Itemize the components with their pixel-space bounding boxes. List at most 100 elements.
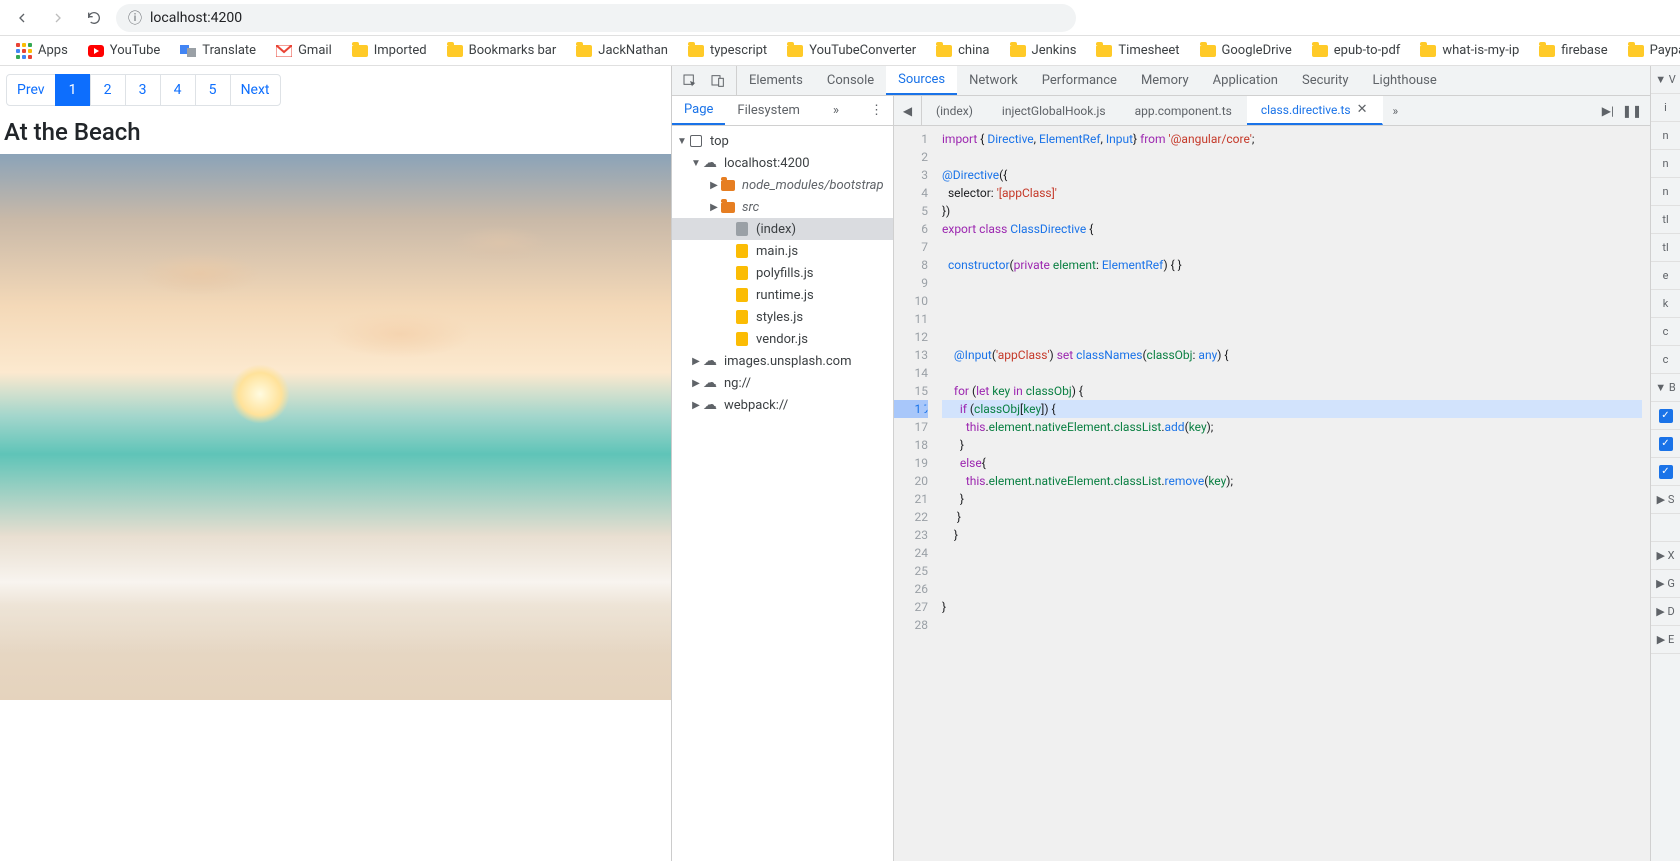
sidebar-row[interactable]: ▶ X [1651, 542, 1680, 570]
pager-item[interactable]: 1 [55, 74, 91, 106]
sidebar-row[interactable]: ▶ D [1651, 598, 1680, 626]
sidebar-row[interactable]: ▼ B [1651, 374, 1680, 402]
bookmark-item[interactable]: china [928, 39, 997, 63]
tree-row[interactable]: ▶☁images.unsplash.com [672, 350, 893, 372]
bookmark-item[interactable]: JackNathan [568, 39, 676, 63]
chevron-double-icon[interactable]: » [823, 103, 849, 118]
step-icon[interactable]: ▶| [1602, 104, 1614, 118]
pager-item[interactable]: 2 [90, 74, 126, 106]
pager-prev[interactable]: Prev [6, 74, 56, 106]
nav-back-icon[interactable]: ◀ [894, 96, 922, 125]
bookmark-item[interactable]: typescript [680, 39, 775, 63]
sidebar-row[interactable]: ▼ V [1651, 66, 1680, 94]
bookmark-item[interactable]: Timesheet [1088, 39, 1187, 63]
folder-icon [936, 43, 952, 59]
devtools-tab-elements[interactable]: Elements [737, 66, 815, 95]
folder-icon [1628, 43, 1644, 59]
sidebar-row[interactable]: k [1651, 290, 1680, 318]
file-tree[interactable]: ▼top▼☁localhost:4200▶node_modules/bootst… [672, 126, 893, 861]
tree-row[interactable]: (index) [672, 218, 893, 240]
more-icon[interactable]: ⋮ [860, 103, 893, 118]
back-button[interactable] [8, 4, 36, 32]
bookmark-item[interactable]: GoogleDrive [1192, 39, 1300, 63]
sidebar-row[interactable]: ▶ S [1651, 486, 1680, 514]
bookmark-item[interactable]: YouTube [80, 39, 169, 63]
file-tab[interactable]: (index) [922, 96, 988, 125]
bookmark-item[interactable]: epub-to-pdf [1304, 39, 1409, 63]
translate-icon [180, 43, 196, 59]
pagination: Prev12345Next [0, 66, 671, 114]
devtools-tab-network[interactable]: Network [957, 66, 1030, 95]
chevron-double-icon[interactable]: » [1383, 104, 1409, 118]
page-title: At the Beach [0, 114, 671, 154]
sidebar-row[interactable] [1651, 514, 1680, 542]
tree-row[interactable]: ▶node_modules/bootstrap [672, 174, 893, 196]
sidebar-row[interactable]: n [1651, 150, 1680, 178]
bookmark-label: what-is-my-ip [1442, 43, 1519, 58]
sidebar-row[interactable]: ▶ E [1651, 626, 1680, 654]
bookmark-item[interactable]: Apps [8, 39, 76, 63]
file-tab[interactable]: injectGlobalHook.js [988, 96, 1121, 125]
bookmark-item[interactable]: Jenkins [1002, 39, 1085, 63]
bookmark-item[interactable]: Paypal [1620, 39, 1680, 63]
tree-row[interactable]: ▶src [672, 196, 893, 218]
devtools-tab-performance[interactable]: Performance [1030, 66, 1129, 95]
devtools-tab-lighthouse[interactable]: Lighthouse [1361, 66, 1449, 95]
inspect-icon[interactable] [682, 73, 698, 89]
devtools-tab-sources[interactable]: Sources [886, 66, 957, 95]
sidebar-row[interactable]: n [1651, 122, 1680, 150]
site-info-icon[interactable]: ⓘ [128, 8, 142, 28]
sidebar-row[interactable]: i [1651, 94, 1680, 122]
tree-row[interactable]: ▼top [672, 130, 893, 152]
device-toggle-icon[interactable] [710, 73, 726, 89]
pager-item[interactable]: 3 [125, 74, 161, 106]
bookmark-item[interactable]: what-is-my-ip [1412, 39, 1527, 63]
close-icon[interactable]: ✕ [1357, 102, 1368, 117]
sidebar-row[interactable]: ✓ [1651, 458, 1680, 486]
tree-row[interactable]: main.js [672, 240, 893, 262]
tree-row[interactable]: ▼☁localhost:4200 [672, 152, 893, 174]
sidebar-row[interactable]: n [1651, 178, 1680, 206]
sidebar-row[interactable]: c [1651, 318, 1680, 346]
bookmark-label: firebase [1561, 43, 1607, 58]
devtools-tab-security[interactable]: Security [1290, 66, 1361, 95]
tree-row[interactable]: vendor.js [672, 328, 893, 350]
forward-button[interactable] [44, 4, 72, 32]
sidebar-row[interactable]: e [1651, 262, 1680, 290]
bookmark-item[interactable]: Gmail [268, 39, 340, 63]
sidebar-row[interactable]: ✓ [1651, 430, 1680, 458]
line-gutter[interactable]: 1234567891011121314151617181920212223242… [894, 126, 934, 861]
folder-icon [1200, 43, 1216, 59]
reload-button[interactable] [80, 4, 108, 32]
bookmark-label: GoogleDrive [1222, 43, 1292, 58]
bookmark-label: YouTube [110, 43, 161, 58]
pause-icon[interactable]: ❚❚ [1622, 104, 1642, 118]
pager-next[interactable]: Next [230, 74, 281, 106]
navigator-tab-filesystem[interactable]: Filesystem [725, 96, 812, 125]
tree-row[interactable]: polyfills.js [672, 262, 893, 284]
sidebar-row[interactable]: ▶ G [1651, 570, 1680, 598]
tree-row[interactable]: ▶☁webpack:// [672, 394, 893, 416]
pager-item[interactable]: 5 [195, 74, 231, 106]
tree-row[interactable]: styles.js [672, 306, 893, 328]
bookmark-item[interactable]: Bookmarks bar [439, 39, 565, 63]
devtools-tab-memory[interactable]: Memory [1129, 66, 1201, 95]
file-tab[interactable]: class.directive.ts✕ [1247, 96, 1383, 125]
bookmark-item[interactable]: YouTubeConverter [779, 39, 924, 63]
bookmark-item[interactable]: Translate [172, 39, 264, 63]
navigator-tab-page[interactable]: Page [672, 96, 725, 125]
sidebar-row[interactable]: c [1651, 346, 1680, 374]
sidebar-row[interactable]: tl [1651, 206, 1680, 234]
devtools-tab-console[interactable]: Console [815, 66, 886, 95]
code-editor[interactable]: import { Directive, ElementRef, Input} f… [934, 126, 1650, 861]
bookmark-item[interactable]: Imported [344, 39, 435, 63]
tree-row[interactable]: runtime.js [672, 284, 893, 306]
address-bar[interactable]: ⓘ localhost:4200 [116, 4, 1076, 32]
pager-item[interactable]: 4 [160, 74, 196, 106]
bookmark-item[interactable]: firebase [1531, 39, 1615, 63]
devtools-tab-application[interactable]: Application [1201, 66, 1290, 95]
file-tab[interactable]: app.component.ts [1121, 96, 1247, 125]
tree-row[interactable]: ▶☁ng:// [672, 372, 893, 394]
sidebar-row[interactable]: tl [1651, 234, 1680, 262]
sidebar-row[interactable]: ✓ [1651, 402, 1680, 430]
